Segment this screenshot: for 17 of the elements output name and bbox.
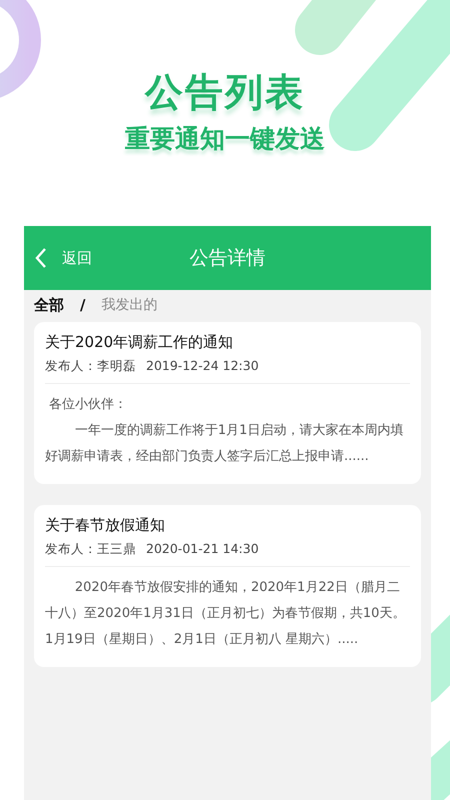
publish-time: 2020-01-21 14:30 xyxy=(146,541,259,558)
notice-card[interactable]: 关于春节放假通知 发布人：王三鼎 2020-01-21 14:30 2020年春节放假安排的通知，2020年1月22日（腊月二十八）至2020年1月31日（正月初七）为春节假期，共10天。1月19日（星期日）、2月1日（正月初八 星期六）..... xyxy=(34,505,421,667)
promo-title: 公告列表 xyxy=(145,72,305,114)
notice-card[interactable]: 关于2020年调薪工作的通知 发布人：李明磊 2019-12-24 12:30 各位小伙伴： 一年一度的调薪工作将于1月1日启动，请大家在本周内填好调薪申请表，经由部门负责人签字后汇总上报申请...... xyxy=(34,322,421,484)
notice-greeting: 各位小伙伴： xyxy=(49,396,128,414)
nav-title: 公告详情 xyxy=(190,246,266,271)
notice-title: 关于春节放假通知 xyxy=(45,515,166,536)
notice-body: 2020年春节放假安排的通知，2020年1月22日（腊月二十八）至2020年1月31日（正月初七）为春节假期，共10天。1月19日（星期日）、2月1日（正月初八 星期六）..... xyxy=(45,579,406,649)
filter-separator: / xyxy=(80,296,86,314)
filter-tab[interactable]: 全部 xyxy=(34,296,64,314)
promo-subtitle: 重要通知一键发送 xyxy=(125,122,325,155)
publish-time: 2019-12-24 12:30 xyxy=(146,358,259,375)
publisher-label: 发布人：王三鼎 xyxy=(45,541,136,558)
notice-body: 一年一度的调薪工作将于1月1日启动，请大家在本周内填好调薪申请表，经由部门负责人签字后汇总上报申请...... xyxy=(45,422,404,466)
publisher-label: 发布人：李明磊 xyxy=(45,358,136,375)
notice-title: 关于2020年调薪工作的通知 xyxy=(45,332,234,353)
back-chevron-icon xyxy=(34,247,48,269)
